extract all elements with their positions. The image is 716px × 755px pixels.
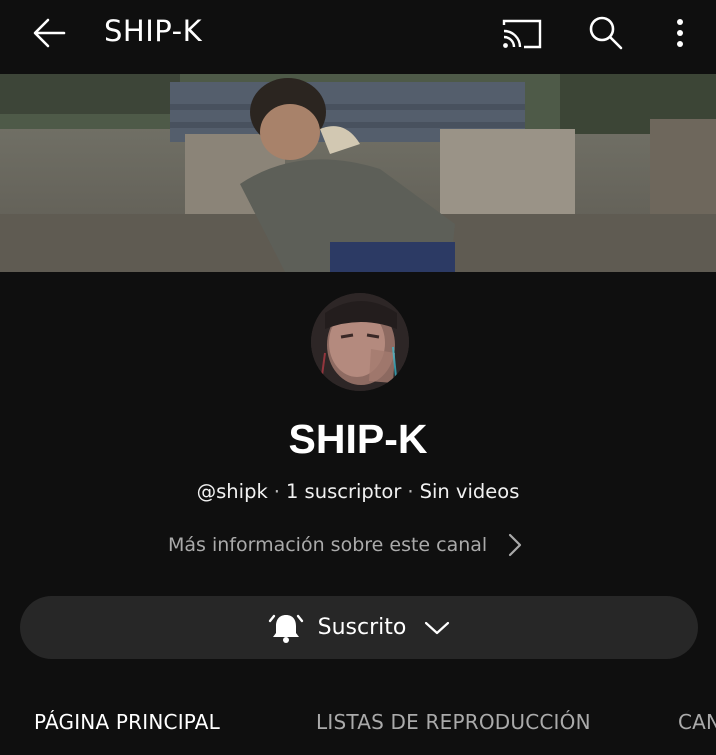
channel-screen: SHIP-K SHIP-K @shipk · 1 suscriptor · Si… <box>0 0 716 755</box>
subscribed-button[interactable]: Suscrito <box>20 596 698 659</box>
tab-home[interactable]: PÁGINA PRINCIPAL <box>34 710 220 734</box>
search-icon[interactable] <box>586 13 626 53</box>
tab-playlists[interactable]: LISTAS DE REPRODUCCIÓN <box>316 710 591 734</box>
channel-handle: @shipk <box>196 480 268 503</box>
channel-tabs: PÁGINA PRINCIPAL LISTAS DE REPRODUCCIÓN … <box>0 700 716 755</box>
bell-icon <box>268 614 303 643</box>
more-vert-icon[interactable] <box>664 13 696 53</box>
subscribed-label: Suscrito <box>317 615 407 640</box>
video-count: Sin videos <box>419 480 520 503</box>
cast-icon[interactable] <box>500 15 544 51</box>
tab-channels[interactable]: CAN <box>678 710 716 734</box>
channel-meta: @shipk · 1 suscriptor · Sin videos <box>0 480 716 503</box>
channel-name: SHIP-K <box>288 416 428 462</box>
more-info-link[interactable]: Más información sobre este canal <box>168 530 523 560</box>
more-info-label: Más información sobre este canal <box>168 534 488 556</box>
top-app-bar: SHIP-K <box>0 0 716 74</box>
meta-separator: · <box>407 480 414 503</box>
back-arrow-icon[interactable] <box>28 15 70 51</box>
channel-banner <box>0 74 716 272</box>
chevron-right-icon <box>509 533 522 557</box>
avatar[interactable] <box>311 293 409 391</box>
page-title: SHIP-K <box>104 14 203 48</box>
subscriber-count: 1 suscriptor <box>285 480 402 503</box>
meta-separator: · <box>273 480 280 503</box>
chevron-down-icon <box>425 621 450 634</box>
